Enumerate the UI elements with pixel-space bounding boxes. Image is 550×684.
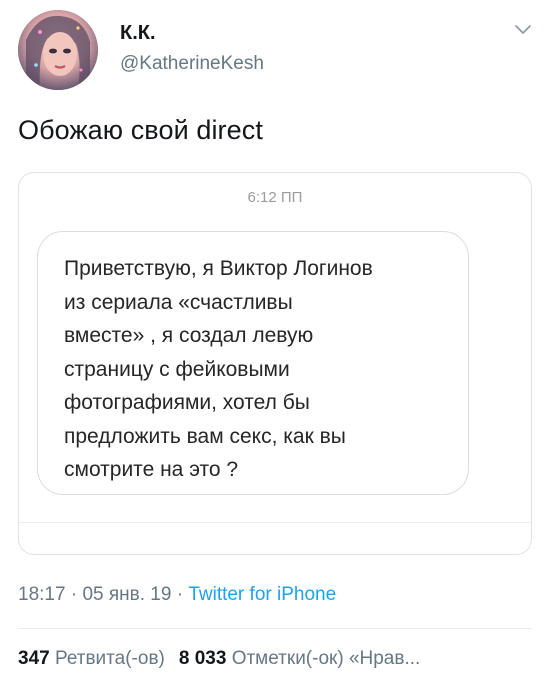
likes-count: 8 033 xyxy=(178,648,227,669)
meta-separator: · xyxy=(171,584,189,605)
author-display-name[interactable]: К.К. xyxy=(120,22,156,45)
tweet-media-screenshot[interactable]: 6:12 ПП Приветствую, я Виктор Логинов из… xyxy=(18,172,532,555)
tweet-source-link[interactable]: Twitter for iPhone xyxy=(188,584,336,605)
tweet-text: Обожаю свой direct xyxy=(18,115,263,145)
message-text: Приветствую, я Виктор Логинов из сериала… xyxy=(64,257,373,481)
author-handle[interactable]: @KatherineKesh xyxy=(120,53,264,75)
chevron-down-icon[interactable] xyxy=(513,22,533,36)
tweet-meta: 18:17 · 05 янв. 19 · Twitter for iPhone xyxy=(18,584,336,606)
tweet-stats: 347 Ретвита(-ов) 8 033 Отметки(-ок) «Нрав… xyxy=(18,648,420,670)
media-divider xyxy=(19,522,531,523)
likes-label: Отметки(-ок) «Нрав... xyxy=(231,648,421,669)
avatar-image xyxy=(18,10,98,90)
tweet-time: 18:17 xyxy=(18,584,66,605)
avatar[interactable] xyxy=(18,10,98,90)
message-bubble: Приветствую, я Виктор Логинов из сериала… xyxy=(37,231,469,495)
message-timestamp: 6:12 ПП xyxy=(247,189,303,206)
retweets-count: 347 xyxy=(18,648,50,669)
divider xyxy=(18,628,532,629)
likes-stat[interactable]: 8 033 Отметки(-ок) «Нрав... xyxy=(179,648,420,669)
tweet-date: 05 янв. 19 xyxy=(82,584,172,605)
meta-separator: · xyxy=(65,584,83,605)
retweets-label: Ретвита(-ов) xyxy=(54,648,165,669)
retweets-stat[interactable]: 347 Ретвита(-ов) xyxy=(18,648,165,669)
